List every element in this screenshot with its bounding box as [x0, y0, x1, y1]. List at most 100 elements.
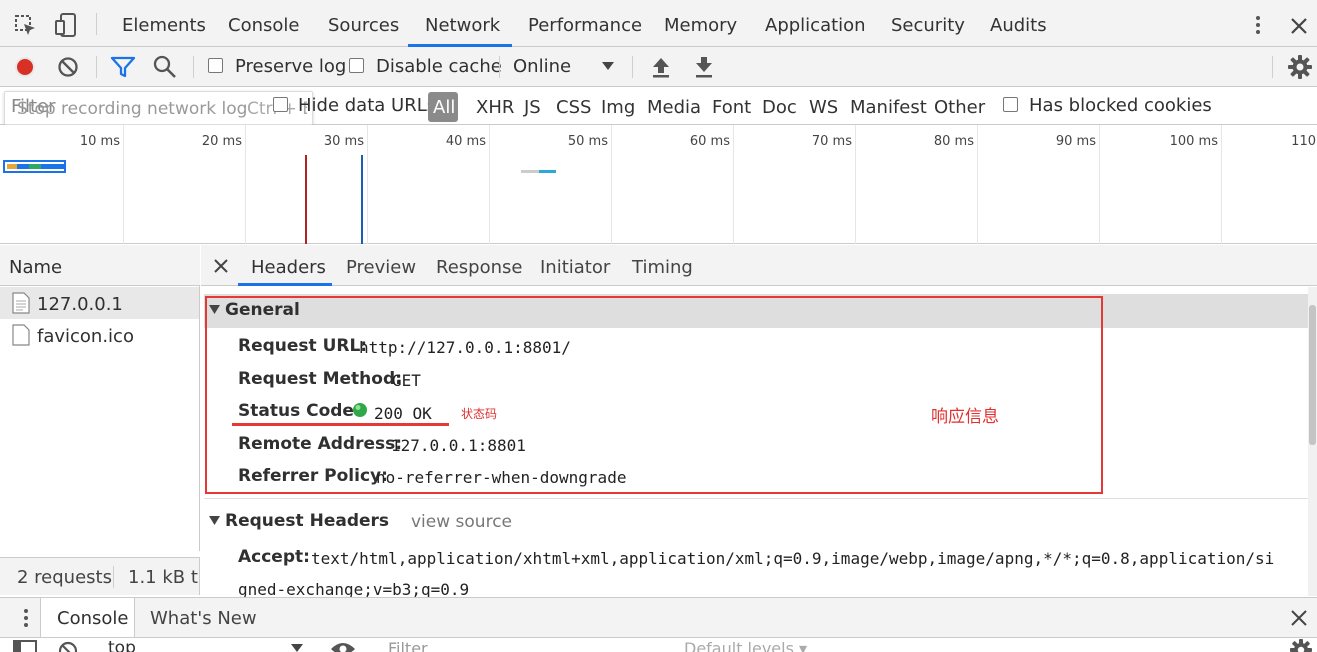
context-select[interactable]: top [108, 638, 136, 652]
transferred-size: 1.1 kB tra [128, 567, 199, 588]
tick-label: 20 ms [201, 134, 242, 149]
type-manifest[interactable]: Manifest [850, 97, 927, 118]
preserve-log-label[interactable]: Preserve log [235, 56, 346, 77]
triangle-down-icon[interactable] [209, 516, 220, 526]
device-toolbar-icon[interactable] [54, 12, 78, 38]
name-column-label: Name [9, 257, 63, 278]
type-xhr[interactable]: XHR [476, 97, 514, 118]
document-file-icon [12, 292, 30, 314]
close-drawer-icon[interactable] [1291, 610, 1307, 626]
view-source-link[interactable]: view source [411, 512, 512, 532]
request-headers-title[interactable]: Request Headers [225, 511, 389, 531]
export-har-icon[interactable] [693, 55, 715, 79]
tab-timing[interactable]: Timing [632, 257, 693, 278]
detail-scrollbar[interactable] [1308, 287, 1317, 596]
tick-label: 100 ms [1169, 134, 1218, 149]
tab-response[interactable]: Response [436, 257, 522, 278]
tick-label: 30 ms [323, 134, 364, 149]
request-bar-2 [521, 170, 556, 173]
drawer-tabbar: Console What's New [0, 597, 1317, 638]
clear-icon[interactable] [56, 55, 80, 79]
filter-bar: Filter Stop recording network log Ctrl +… [0, 87, 1317, 125]
search-icon[interactable] [152, 54, 178, 80]
network-summary-bar: 2 requests 1.1 kB tra [0, 557, 200, 595]
tab-headers[interactable]: Headers [251, 257, 326, 278]
type-img[interactable]: Img [601, 97, 635, 118]
dom-content-loaded-line [361, 155, 363, 244]
import-har-icon[interactable] [650, 55, 672, 79]
type-ws[interactable]: WS [809, 97, 838, 118]
request-bar-1 [3, 160, 66, 173]
header-key: Accept: [238, 547, 310, 567]
clear-console-icon[interactable] [57, 640, 79, 652]
tab-performance[interactable]: Performance [528, 15, 642, 36]
tick-label: 70 ms [811, 134, 852, 149]
chevron-down-icon[interactable] [602, 62, 614, 72]
panel-tabbar: Elements Console Sources Network Perform… [0, 0, 1317, 47]
type-js[interactable]: JS [524, 97, 541, 118]
chevron-down-icon[interactable] [291, 644, 303, 652]
request-name[interactable]: 127.0.0.1 [37, 294, 123, 315]
hide-data-urls-checkbox[interactable] [273, 97, 288, 112]
drawer-tab-console[interactable]: Console [57, 608, 128, 629]
scrollbar-thumb[interactable] [1309, 305, 1316, 445]
type-media[interactable]: Media [647, 97, 701, 118]
type-other[interactable]: Other [934, 97, 985, 118]
throttling-select[interactable]: Online [513, 56, 571, 77]
tab-elements[interactable]: Elements [122, 15, 206, 36]
console-filter-input[interactable]: Filter [388, 639, 428, 652]
tick-label: 80 ms [933, 134, 974, 149]
header-value: text/html,application/xhtml+xml,applicat… [311, 549, 1275, 568]
filter-icon[interactable] [110, 55, 136, 79]
annotation-box [205, 296, 1103, 494]
tick-label: 60 ms [689, 134, 730, 149]
type-doc[interactable]: Doc [762, 97, 797, 118]
eye-icon[interactable] [330, 640, 356, 652]
tab-network[interactable]: Network [425, 15, 500, 36]
type-font[interactable]: Font [712, 97, 751, 118]
preserve-log-checkbox[interactable] [208, 58, 223, 73]
request-list: Name 127.0.0.1 favicon.ico [0, 245, 200, 551]
tick-label: 10 ms [79, 134, 120, 149]
has-blocked-cookies-label[interactable]: Has blocked cookies [1029, 95, 1212, 116]
type-all[interactable]: All [433, 97, 455, 118]
console-settings-icon[interactable] [1289, 638, 1313, 652]
blank-file-icon [12, 324, 30, 346]
tab-application[interactable]: Application [765, 15, 866, 36]
tick-label: 50 ms [567, 134, 608, 149]
has-blocked-cookies-checkbox[interactable] [1003, 97, 1018, 112]
tab-preview[interactable]: Preview [346, 257, 416, 278]
record-tooltip: Stop recording network log [17, 99, 248, 119]
drawer-menu-icon[interactable] [22, 608, 30, 630]
disable-cache-label[interactable]: Disable cache [376, 56, 502, 77]
tick-label: 110 [1291, 134, 1316, 149]
timeline-overview[interactable]: 10 ms 20 ms 30 ms 40 ms 50 ms 60 ms 70 m… [0, 125, 1317, 244]
close-icon[interactable] [214, 259, 228, 273]
active-detail-tab-indicator [238, 283, 332, 286]
close-devtools-icon[interactable] [1290, 17, 1308, 35]
log-levels-select[interactable]: Default levels ▾ [684, 639, 807, 652]
load-event-line [305, 155, 307, 244]
type-css[interactable]: CSS [556, 97, 591, 118]
tab-console[interactable]: Console [228, 15, 299, 36]
detail-tabbar: Headers Preview Response Initiator Timin… [201, 245, 1317, 286]
hide-data-urls-label[interactable]: Hide data URLs [298, 95, 436, 116]
gear-icon[interactable] [1287, 54, 1313, 80]
drawer-tab-whats-new[interactable]: What's New [150, 608, 257, 629]
tick-label: 90 ms [1055, 134, 1096, 149]
request-name[interactable]: favicon.ico [37, 326, 134, 347]
inspect-element-icon[interactable] [14, 14, 38, 38]
response-info-annotation: 响应信息 [931, 407, 999, 427]
more-options-icon[interactable] [1250, 14, 1266, 36]
request-count: 2 requests [17, 567, 112, 588]
tab-memory[interactable]: Memory [664, 15, 737, 36]
tick-label: 40 ms [445, 134, 486, 149]
tab-security[interactable]: Security [891, 15, 965, 36]
tab-audits[interactable]: Audits [990, 15, 1047, 36]
tab-sources[interactable]: Sources [328, 15, 399, 36]
sidebar-toggle-icon[interactable] [13, 640, 37, 652]
disable-cache-checkbox[interactable] [349, 58, 364, 73]
record-icon[interactable] [13, 55, 37, 79]
network-toolbar: Preserve log Disable cache Online [0, 47, 1317, 87]
tab-initiator[interactable]: Initiator [540, 257, 610, 278]
